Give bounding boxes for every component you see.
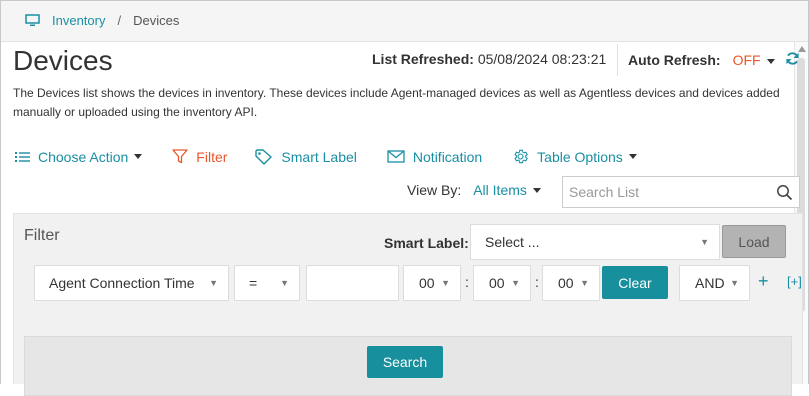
- breadcrumb: Inventory / Devices: [25, 13, 179, 28]
- breadcrumb-current: Devices: [133, 13, 180, 28]
- filter-label: Filter: [196, 148, 228, 165]
- view-by-value: All Items: [473, 182, 527, 198]
- breadcrumb-separator: /: [117, 13, 122, 28]
- filter-panel: Filter Smart Label: Select ... ▼ Load Ag…: [13, 213, 803, 396]
- funnel-icon: [172, 149, 188, 164]
- chevron-down-icon: [532, 187, 541, 193]
- time-separator: :: [535, 274, 539, 290]
- auto-refresh-value: OFF: [732, 52, 761, 68]
- view-by: View By: All Items: [407, 182, 541, 198]
- filter-minute-value: 00: [489, 275, 505, 291]
- chevron-down-icon: ▼: [700, 237, 709, 247]
- view-by-label: View By:: [407, 182, 462, 198]
- filter-field-select[interactable]: Agent Connection Time ▼: [34, 265, 229, 301]
- time-separator: :: [465, 274, 469, 290]
- conjunction-value: AND: [695, 275, 725, 291]
- clear-button[interactable]: Clear: [602, 266, 668, 299]
- auto-refresh-dropdown[interactable]: OFF: [733, 52, 775, 68]
- chevron-down-icon: ▼: [280, 278, 289, 288]
- smart-label-label: Smart Label: [281, 148, 357, 165]
- filter-results-area: Search: [24, 336, 792, 396]
- monitor-icon: [25, 14, 40, 26]
- tag-icon: [255, 148, 273, 165]
- chevron-down-icon: [766, 58, 775, 64]
- gear-icon: [514, 149, 529, 164]
- table-options-label: Table Options: [537, 148, 623, 165]
- list-icon: [15, 151, 30, 162]
- notification-button[interactable]: Notification: [387, 149, 482, 165]
- filter-second-select[interactable]: 00 ▼: [542, 265, 600, 301]
- page-title: Devices: [13, 45, 113, 76]
- filter-hour-select[interactable]: 00 ▼: [403, 265, 461, 301]
- chevron-down-icon: [628, 154, 637, 159]
- chevron-down-icon: ▼: [209, 278, 218, 288]
- filter-button[interactable]: Filter: [172, 149, 227, 165]
- page-description: The Devices list shows the devices in in…: [13, 86, 780, 119]
- search-input[interactable]: [563, 177, 763, 207]
- filter-field-value: Agent Connection Time: [49, 275, 195, 291]
- choose-action-button[interactable]: Choose Action: [15, 148, 143, 165]
- filter-operator-value: =: [249, 275, 258, 291]
- envelope-icon: [387, 150, 405, 163]
- add-group-button[interactable]: [+]: [787, 274, 802, 289]
- filter-minute-select[interactable]: 00 ▼: [473, 265, 531, 301]
- filter-hour-value: 00: [419, 275, 435, 291]
- search-button[interactable]: Search: [367, 346, 443, 378]
- choose-action-label: Choose Action: [38, 148, 129, 165]
- breadcrumb-home-label: Inventory: [52, 13, 106, 28]
- auto-refresh-label: Auto Refresh:: [628, 52, 721, 68]
- header-divider: [617, 44, 618, 76]
- list-refreshed-value: 05/08/2024 08:23:21: [477, 51, 607, 67]
- sync-icon[interactable]: [785, 51, 800, 69]
- smart-label-select-value: Select ...: [485, 234, 540, 250]
- breadcrumb-home-link[interactable]: Inventory: [25, 13, 105, 28]
- notification-label: Notification: [412, 148, 483, 165]
- smart-label-select-label: Smart Label:: [384, 235, 469, 251]
- chevron-down-icon: ▼: [511, 278, 520, 288]
- filter-second-value: 00: [558, 275, 574, 291]
- list-refreshed-label: List Refreshed:: [372, 51, 474, 67]
- chevron-down-icon: ▼: [580, 278, 589, 288]
- action-toolbar: Choose Action Filter Smart Label Notific…: [15, 148, 667, 165]
- filter-operator-select[interactable]: = ▼: [234, 265, 300, 301]
- smart-label-select[interactable]: Select ... ▼: [470, 224, 720, 260]
- add-condition-button[interactable]: +: [758, 271, 769, 292]
- list-refreshed: List Refreshed: 05/08/2024 08:23:21: [372, 51, 606, 67]
- search-icon[interactable]: [776, 184, 793, 201]
- smart-label-button[interactable]: Smart Label: [255, 148, 357, 165]
- load-button[interactable]: Load: [722, 225, 786, 258]
- breadcrumb-bar: Inventory / Devices: [1, 1, 808, 42]
- filter-panel-title: Filter: [24, 227, 60, 244]
- filter-date-input[interactable]: [306, 265, 399, 301]
- chevron-down-icon: ▼: [441, 278, 450, 288]
- auto-refresh: Auto Refresh: OFF: [628, 51, 800, 69]
- chevron-down-icon: [134, 154, 143, 159]
- conjunction-select[interactable]: AND ▼: [679, 265, 750, 301]
- view-by-dropdown[interactable]: All Items: [473, 182, 541, 198]
- chevron-down-icon: ▼: [730, 278, 739, 288]
- table-options-button[interactable]: Table Options: [512, 148, 637, 165]
- search-box: [562, 176, 800, 208]
